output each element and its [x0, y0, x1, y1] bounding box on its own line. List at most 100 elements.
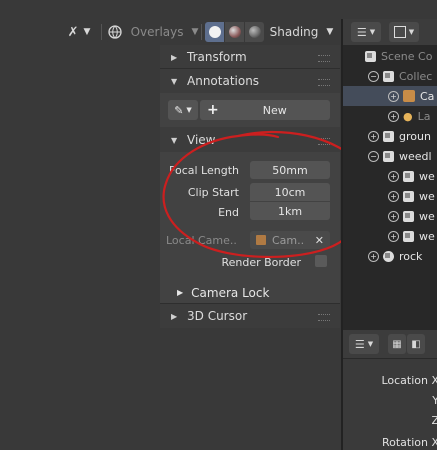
display-mode-dropdown[interactable]: ☰ ▼: [351, 22, 381, 42]
outliner-rock[interactable]: + rock: [343, 246, 437, 266]
solid-shading-button[interactable]: [205, 22, 224, 42]
mesh-object-icon: [383, 150, 394, 162]
expand-icon[interactable]: +: [388, 230, 399, 242]
shading-label: Shading: [269, 25, 319, 39]
grid-icon: ▦: [392, 338, 402, 350]
mesh-object-icon: [403, 170, 414, 182]
outliner-scene-collection[interactable]: Scene Co: [343, 46, 437, 66]
overlays-icon: [107, 25, 122, 39]
list-item-label: Collec: [399, 69, 433, 83]
gizmo-icon: ✗: [67, 24, 79, 40]
drag-grip-icon[interactable]: [318, 55, 330, 62]
outliner-light[interactable]: + ● La: [343, 106, 437, 126]
expand-icon[interactable]: +: [368, 130, 379, 142]
annotations-panel-header[interactable]: ▼ Annotations: [160, 69, 340, 93]
expand-icon[interactable]: +: [388, 90, 399, 102]
rendered-sphere-icon: [248, 26, 261, 38]
chevron-down-icon: ▼: [367, 340, 374, 348]
new-label: New: [262, 103, 287, 117]
list-item-label: Ca: [420, 89, 435, 103]
outliner-child-3[interactable]: + we: [343, 206, 437, 226]
location-z-label: Z: [431, 414, 437, 427]
expand-icon[interactable]: +: [368, 250, 379, 262]
outliner-weedl[interactable]: − weedl: [343, 146, 437, 166]
mesh-object-icon: [403, 210, 414, 222]
chevron-down-icon: ▼: [369, 28, 376, 36]
overlays-label: Overlays: [130, 25, 184, 39]
3d-cursor-panel-header[interactable]: ▶ 3D Cursor: [160, 304, 340, 328]
viewport-header: ✗ ▼ Overlays ▼ Shading ▼: [0, 19, 341, 45]
tab-button[interactable]: ▦: [388, 334, 406, 354]
material-shading-button[interactable]: [225, 22, 244, 42]
list-item-label: we: [419, 209, 435, 223]
drag-grip-icon[interactable]: [318, 79, 330, 86]
list-item-label: we: [419, 169, 435, 183]
location-x-label: Location X: [381, 374, 437, 387]
solid-sphere-icon: [208, 26, 221, 38]
location-y-label: Y: [432, 394, 437, 407]
separator: [101, 24, 102, 40]
chevron-down-icon: ▼: [408, 28, 415, 36]
filter-dropdown[interactable]: ▼: [389, 22, 419, 42]
rendered-shading-button[interactable]: [245, 22, 264, 42]
chevron-down-icon: ▼: [186, 106, 192, 114]
expand-icon[interactable]: +: [388, 210, 399, 222]
outliner-child-1[interactable]: + we: [343, 166, 437, 186]
editor-type-dropdown[interactable]: ☰ ▼: [349, 334, 379, 354]
transform-panel-header[interactable]: ▶ Transform: [160, 45, 340, 69]
collapse-icon[interactable]: −: [368, 70, 379, 82]
expand-icon[interactable]: +: [388, 170, 399, 182]
outliner-child-2[interactable]: + we: [343, 186, 437, 206]
chevron-down-icon: ▼: [83, 27, 91, 37]
collection-icon: [365, 50, 376, 62]
camera-lock-label: Camera Lock: [191, 285, 270, 300]
expand-icon[interactable]: +: [388, 190, 399, 202]
expand-arrow-icon: ▶: [177, 288, 184, 297]
expand-arrow-icon: ▶: [171, 52, 178, 62]
list-item-label: Scene Co: [381, 49, 433, 63]
mesh-object-icon: [383, 130, 394, 142]
list-item-label: we: [419, 189, 435, 203]
outliner-list-icon: ☰: [356, 25, 367, 39]
properties-panel: ☰ ▼ ▦ ◧ Location X Y Z Rotation X: [341, 330, 437, 450]
list-item-label: groun: [399, 129, 431, 143]
annotations-label: Annotations: [187, 74, 260, 88]
mesh-object-icon: [383, 250, 394, 262]
outliner-panel: ☰ ▼ ▼ Scene Co − Collec + Ca + ● La + gr…: [341, 19, 437, 330]
outliner-ground[interactable]: + groun: [343, 126, 437, 146]
chevron-down-icon: ▼: [191, 27, 199, 37]
mesh-object-icon: [403, 190, 414, 202]
material-sphere-icon: [228, 26, 241, 38]
rotation-x-label: Rotation X: [381, 436, 437, 449]
shading-dropdown[interactable]: Shading ▼: [266, 22, 337, 42]
plus-icon: +: [207, 102, 219, 118]
filter-icon: [393, 26, 406, 38]
expand-icon[interactable]: +: [388, 110, 399, 122]
collection-icon: [383, 70, 394, 82]
expand-arrow-icon: ▶: [171, 311, 178, 321]
3d-cursor-label: 3D Cursor: [187, 309, 248, 323]
pencil-icon: ✎: [174, 103, 184, 117]
transform-label: Transform: [187, 50, 247, 64]
separator: [201, 24, 202, 40]
camera-lock-subpanel-header[interactable]: ▶ Camera Lock: [160, 282, 340, 303]
outliner-collection[interactable]: − Collec: [343, 66, 437, 86]
overlays-dropdown[interactable]: Overlays ▼: [106, 22, 200, 42]
mesh-object-icon: [403, 230, 414, 242]
annotate-tool-button[interactable]: ✎ ▼: [168, 100, 198, 120]
list-item-label: we: [419, 229, 435, 243]
outliner-camera[interactable]: + Ca: [343, 86, 437, 106]
annotations-panel-body: ✎ ▼ + New: [160, 93, 340, 127]
drag-grip-icon[interactable]: [318, 314, 330, 321]
new-annotation-button[interactable]: + New: [200, 100, 330, 120]
chevron-down-icon: ▼: [326, 27, 334, 37]
outliner-child-4[interactable]: + we: [343, 226, 437, 246]
panel-icon: ◧: [411, 338, 421, 350]
outliner-header: ☰ ▼ ▼: [343, 19, 437, 45]
list-item-label: weedl: [399, 149, 432, 163]
collapse-arrow-icon: ▼: [171, 76, 178, 86]
properties-header: ☰ ▼ ▦ ◧: [343, 330, 437, 359]
tab-button[interactable]: ◧: [407, 334, 425, 354]
collapse-icon[interactable]: −: [368, 150, 379, 162]
gizmo-toggle[interactable]: ✗ ▼: [60, 22, 98, 42]
